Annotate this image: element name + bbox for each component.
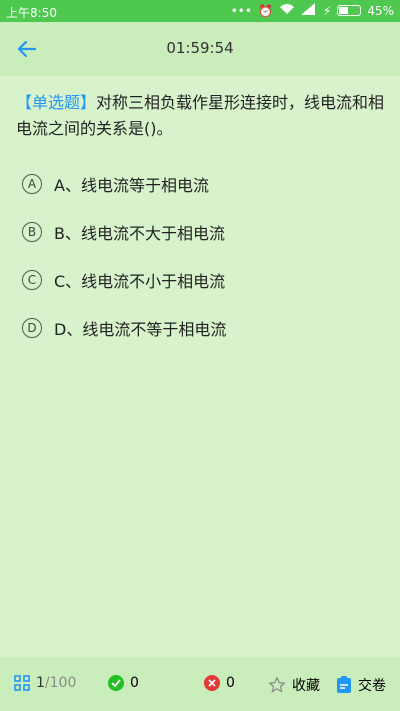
option-text: C、线电流不小于相电流 [54, 272, 226, 291]
more-dots-icon: ••• [230, 3, 252, 18]
correct-count-item: 0 [108, 675, 139, 691]
progress-current: 1 [36, 675, 45, 691]
option-c[interactable]: C C、线电流不小于相电流 [22, 256, 382, 304]
favorite-button[interactable]: 收藏 [268, 675, 320, 695]
option-letter-circle: C [22, 270, 42, 290]
battery-fill [339, 7, 349, 14]
wifi-icon [279, 3, 295, 18]
option-letter-circle: B [22, 222, 42, 242]
option-b[interactable]: B B、线电流不大于相电流 [22, 208, 382, 256]
option-letter-circle: D [22, 318, 42, 338]
options-list: A A、线电流等于相电流 B B、线电流不大于相电流 C C、线电流不小于相电流… [22, 160, 382, 352]
question-grid-button[interactable]: 1/100 [14, 675, 76, 691]
star-outline-icon [268, 676, 286, 693]
submit-exam-button[interactable]: 交卷 [336, 675, 386, 695]
footer-bar: 1/100 0 0 收藏 交卷 [0, 657, 400, 711]
wrong-count: 0 [226, 675, 235, 691]
status-icons: ••• ⏰ ⚡ 45% [231, 3, 394, 18]
exam-timer: 01:59:54 [166, 39, 234, 57]
submit-label: 交卷 [358, 678, 386, 694]
wrong-count-item: 0 [204, 675, 235, 691]
option-letter-circle: A [22, 174, 42, 194]
battery-icon [337, 5, 362, 16]
option-text: A、线电流等于相电流 [54, 176, 209, 195]
grid-icon [14, 675, 30, 691]
status-time: 上午8:50 [6, 6, 57, 20]
check-circle-icon [108, 675, 124, 691]
charging-icon: ⚡ [322, 3, 332, 18]
alarm-icon: ⏰ [257, 3, 273, 18]
status-bar: 上午8:50 ••• ⏰ ⚡ 45% [0, 0, 400, 22]
cross-circle-icon [204, 675, 220, 691]
option-a[interactable]: A A、线电流等于相电流 [22, 160, 382, 208]
option-d[interactable]: D D、线电流不等于相电流 [22, 304, 382, 352]
question-type-label: 【单选题】 [16, 93, 97, 112]
header: 01:59:54 [0, 22, 400, 76]
option-text: B、线电流不大于相电流 [54, 224, 225, 243]
option-text: D、线电流不等于相电流 [54, 320, 227, 339]
signal-icon [300, 3, 317, 18]
battery-percent: 45% [367, 3, 394, 18]
progress-total: /100 [44, 675, 77, 691]
favorite-label: 收藏 [292, 678, 320, 694]
question-block: 【单选题】对称三相负载作星形连接时，线电流和相电流之间的关系是()。 [16, 90, 386, 142]
correct-count: 0 [130, 675, 139, 691]
clipboard-check-icon [337, 676, 351, 693]
